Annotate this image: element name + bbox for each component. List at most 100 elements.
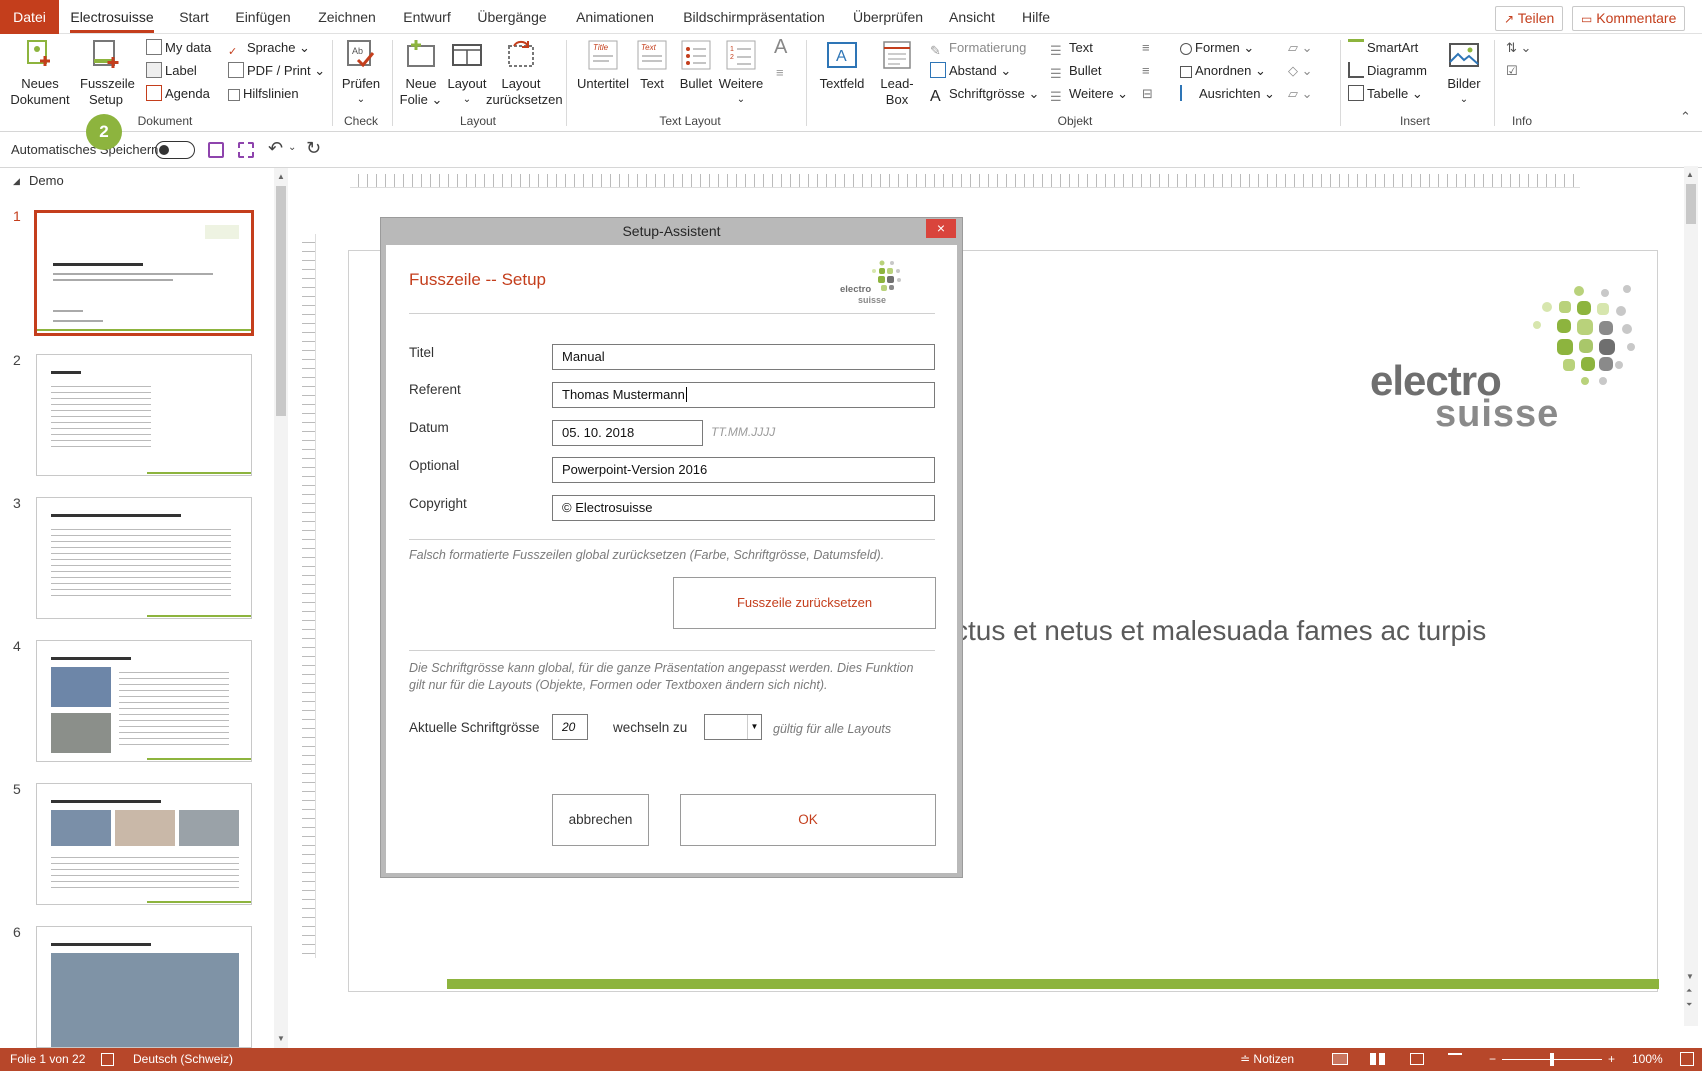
info-sort-icon[interactable]: ⇅ ⌄ — [1506, 37, 1531, 59]
tab-uebergaenge[interactable]: Übergänge — [470, 0, 554, 34]
shape-outline-icon[interactable]: ▱ ⌄ — [1288, 37, 1313, 59]
undo-dropdown-icon[interactable]: ⌄ — [288, 142, 296, 153]
shape-effects-icon[interactable]: ▱ ⌄ — [1288, 83, 1313, 105]
text-size-icon[interactable]: A — [774, 36, 787, 58]
slide-thumbnail-4[interactable] — [36, 640, 252, 762]
slide-scrollbar[interactable]: ▲ ▼ ⏶ ⏷ — [1684, 166, 1698, 1026]
tab-animationen[interactable]: Animationen — [570, 0, 660, 34]
titel-input[interactable]: Manual — [552, 344, 935, 370]
new-document-button[interactable]: Neues Dokument — [6, 38, 74, 108]
dialog-titlebar[interactable]: Setup-Assistent × — [381, 218, 962, 245]
fusszeile-setup-button[interactable]: Fusszeile Setup — [80, 38, 135, 108]
zoom-slider-thumb[interactable] — [1550, 1053, 1554, 1066]
collapse-section-icon[interactable]: ◢ — [13, 176, 20, 187]
scroll-up-icon[interactable]: ▲ — [277, 172, 285, 181]
optional-input[interactable]: Powerpoint-Version 2016 — [552, 457, 935, 483]
slide-thumbnail-6[interactable] — [36, 926, 252, 1048]
tab-einfuegen[interactable]: Einfügen — [232, 0, 294, 34]
current-font-size-input[interactable]: 20 — [552, 714, 588, 740]
zoom-out-icon[interactable]: − — [1489, 1048, 1496, 1071]
formen-dropdown[interactable]: Formen ⌄ — [1180, 37, 1254, 59]
save-as-icon[interactable] — [238, 142, 254, 158]
reset-footer-button[interactable]: Fusszeile zurücksetzen — [673, 577, 936, 629]
align-left-icon[interactable]: ≡ — [1142, 37, 1150, 59]
ausrichten-dropdown[interactable]: Ausrichten ⌄ — [1180, 83, 1275, 105]
fit-to-window-icon[interactable] — [1680, 1052, 1694, 1066]
abstand-dropdown[interactable]: Abstand ⌄ — [930, 60, 1011, 82]
thumbnail-scrollbar[interactable]: ▲ ▼ — [274, 168, 288, 1048]
sprache-dropdown[interactable]: ✓ Sprache ⌄ — [228, 37, 310, 59]
obj-text-button[interactable]: ☰ Text — [1050, 37, 1093, 59]
tab-ueberpruefen[interactable]: Überprüfen — [848, 0, 928, 34]
new-font-size-select[interactable]: ▼ — [704, 714, 762, 740]
bullet-layout-button[interactable]: Bullet — [676, 38, 716, 92]
tabelle-dropdown[interactable]: Tabelle ⌄ — [1348, 83, 1423, 105]
slide-body-text[interactable]: ctus et netus et malesuada fames ac turp… — [954, 615, 1486, 647]
diagramm-button[interactable]: Diagramm — [1348, 60, 1427, 82]
shape-fill-icon[interactable]: ◇ ⌄ — [1288, 60, 1313, 82]
slide-thumbnail-5[interactable] — [36, 783, 252, 905]
scroll-down-icon[interactable]: ▼ — [277, 1034, 285, 1043]
layout-reset-button[interactable]: Layout zurücksetzen — [486, 38, 563, 108]
schriftgroesse-dropdown[interactable]: A Schriftgrösse ⌄ — [930, 83, 1039, 105]
my-data-button[interactable]: My data — [146, 37, 211, 59]
tab-entwurf[interactable]: Entwurf — [398, 0, 456, 34]
autosave-toggle[interactable] — [155, 141, 195, 159]
copyright-input[interactable]: © Electrosuisse — [552, 495, 935, 521]
tab-bildschirmpraesentation[interactable]: Bildschirmpräsentation — [680, 0, 828, 34]
info-check-icon[interactable]: ☑ — [1506, 60, 1518, 82]
untertitel-button[interactable]: Title Untertitel — [572, 38, 634, 92]
align-icon[interactable]: ≡ — [776, 62, 784, 84]
scroll-up-icon[interactable]: ▲ — [1686, 170, 1694, 179]
leadbox-button[interactable]: Lead- Box — [876, 38, 918, 108]
collapse-ribbon-icon[interactable]: ⌃ — [1680, 106, 1691, 128]
anordnen-dropdown[interactable]: Anordnen ⌄ — [1180, 60, 1266, 82]
close-button[interactable]: × — [926, 219, 956, 238]
reading-view-icon[interactable] — [1410, 1053, 1424, 1065]
tab-datei[interactable]: Datei — [0, 0, 59, 34]
tab-start[interactable]: Start — [174, 0, 214, 34]
align-center-icon[interactable]: ≡ — [1142, 60, 1150, 82]
tab-zeichnen[interactable]: Zeichnen — [312, 0, 382, 34]
formatierung-button[interactable]: ✎ Formatierung — [930, 37, 1026, 59]
neue-folie-button[interactable]: Neue Folie ⌄ — [398, 38, 444, 108]
tab-hilfe[interactable]: Hilfe — [1016, 0, 1056, 34]
datum-input[interactable]: 05. 10. 2018 — [552, 420, 703, 446]
slideshow-icon[interactable] — [1448, 1053, 1462, 1065]
obj-bullet-button[interactable]: ☰ Bullet — [1050, 60, 1102, 82]
scrollbar-thumb[interactable] — [276, 186, 286, 416]
zoom-in-icon[interactable]: + — [1608, 1048, 1615, 1071]
slide-thumbnail-1[interactable] — [34, 210, 254, 336]
slide-thumbnail-3[interactable] — [36, 497, 252, 619]
hilfslinien-checkbox[interactable]: Hilfslinien — [228, 83, 299, 105]
next-slide-icon[interactable]: ⏷ — [1686, 1000, 1692, 1010]
share-button[interactable]: ↗ Teilen — [1495, 6, 1564, 31]
normal-view-icon[interactable] — [1332, 1053, 1348, 1065]
label-button[interactable]: Label — [146, 60, 197, 82]
agenda-button[interactable]: Agenda — [146, 83, 210, 105]
scroll-down-icon[interactable]: ▼ — [1686, 972, 1694, 981]
weitere-layout-button[interactable]: 12 Weitere ⌄ — [716, 38, 766, 108]
language-indicator[interactable]: Deutsch (Schweiz) — [133, 1048, 233, 1071]
cancel-button[interactable]: abbrechen — [552, 794, 649, 846]
referent-input[interactable]: Thomas Mustermann — [552, 382, 935, 408]
distribute-icon[interactable]: ⊟ — [1142, 83, 1153, 105]
pruefen-button[interactable]: Ab Prüfen ⌄ — [338, 38, 384, 108]
tab-ansicht[interactable]: Ansicht — [946, 0, 998, 34]
redo-icon[interactable]: ↻ — [306, 138, 321, 159]
smartart-button[interactable]: SmartArt — [1348, 37, 1418, 59]
scrollbar-thumb[interactable] — [1686, 184, 1696, 224]
layout-button[interactable]: Layout ⌄ — [444, 38, 490, 108]
tab-electrosuisse[interactable]: Electrosuisse — [66, 0, 158, 34]
bilder-button[interactable]: Bilder ⌄ — [1440, 38, 1488, 108]
slide-sorter-icon[interactable] — [1370, 1053, 1386, 1065]
slide-thumbnail-2[interactable] — [36, 354, 252, 476]
spellcheck-status-icon[interactable] — [101, 1053, 114, 1066]
comments-button[interactable]: ▭ Kommentare — [1572, 6, 1686, 31]
pdf-print-dropdown[interactable]: PDF / Print ⌄ — [228, 60, 325, 82]
textfeld-button[interactable]: A Textfeld — [814, 38, 870, 92]
text-layout-button[interactable]: Text Text — [634, 38, 670, 92]
previous-slide-icon[interactable]: ⏶ — [1686, 986, 1692, 996]
notes-button[interactable]: ≐ Notizen — [1240, 1048, 1294, 1071]
undo-icon[interactable]: ↶ — [268, 138, 283, 159]
